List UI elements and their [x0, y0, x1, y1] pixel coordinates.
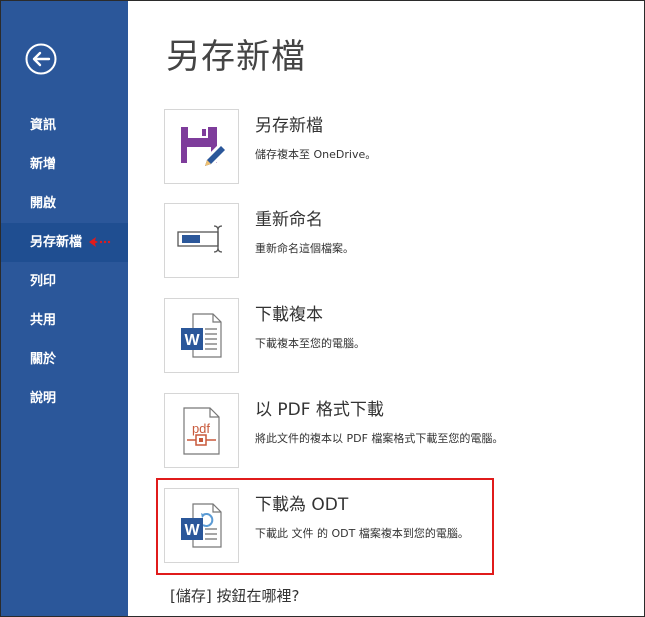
sidebar-item-label: 關於: [30, 352, 57, 367]
main-panel: 另存新檔 另存新檔 儲存複本至 OneDrive。 重新命名 重新命名這個檔案。…: [128, 1, 644, 616]
highlight-annotation-box: [156, 478, 494, 575]
option-icon-box: W: [164, 298, 239, 373]
sidebar-item-help[interactable]: 說明: [1, 379, 128, 418]
sidebar-item-info[interactable]: 資訊: [1, 106, 128, 145]
option-title: 以 PDF 格式下載: [255, 400, 384, 420]
download-copy-option[interactable]: W 下載複本 下載複本至您的電腦。: [164, 298, 594, 374]
option-icon-box: pdf: [164, 393, 239, 468]
back-button[interactable]: [25, 43, 57, 75]
word-document-icon: W: [181, 313, 222, 358]
svg-text:W: W: [184, 332, 200, 349]
rename-option[interactable]: 重新命名 重新命名這個檔案。: [164, 203, 594, 279]
rename-icon: [177, 225, 223, 253]
sidebar-item-label: 資訊: [30, 118, 57, 133]
sidebar-item-share[interactable]: 共用: [1, 301, 128, 340]
option-title: 下載複本: [255, 305, 323, 325]
option-description: 重新命名這個檔案。: [255, 242, 354, 255]
app-window: 資訊 新增 開啟 另存新檔 列印 共用 關於 說明 另存新檔 另存新檔 儲存複本…: [0, 0, 645, 617]
sidebar-item-about[interactable]: 關於: [1, 340, 128, 379]
sidebar-item-label: 開啟: [30, 196, 57, 211]
save-as-option[interactable]: 另存新檔 儲存複本至 OneDrive。: [164, 109, 594, 185]
option-title: 另存新檔: [255, 116, 323, 136]
sidebar-nav: 資訊 新增 開啟 另存新檔 列印 共用 關於 說明: [1, 106, 128, 418]
back-arrow-icon[interactable]: [25, 43, 57, 75]
sidebar-item-open[interactable]: 開啟: [1, 184, 128, 223]
option-description: 儲存複本至 OneDrive。: [255, 148, 377, 161]
page-title: 另存新檔: [166, 37, 306, 77]
pdf-document-icon: pdf: [183, 407, 220, 455]
download-pdf-option[interactable]: pdf 以 PDF 格式下載 將此文件的複本以 PDF 檔案格式下載至您的電腦。: [164, 393, 594, 469]
sidebar-item-label: 另存新檔: [30, 235, 83, 250]
option-description: 下載複本至您的電腦。: [255, 337, 365, 350]
red-pointer-arrow-icon: [89, 237, 111, 247]
sidebar-item-new[interactable]: 新增: [1, 145, 128, 184]
option-icon-box: [164, 109, 239, 184]
option-title: 重新命名: [255, 210, 323, 230]
sidebar-item-label: 新增: [30, 157, 57, 172]
sidebar-item-save-as[interactable]: 另存新檔: [1, 223, 128, 262]
sidebar: 資訊 新增 開啟 另存新檔 列印 共用 關於 說明: [1, 1, 128, 616]
sidebar-item-label: 說明: [30, 391, 57, 406]
sidebar-item-print[interactable]: 列印: [1, 262, 128, 301]
option-icon-box: [164, 203, 239, 278]
svg-text:pdf: pdf: [192, 421, 210, 436]
save-edit-icon: [181, 127, 230, 171]
sidebar-item-label: 共用: [30, 313, 57, 328]
option-description: 將此文件的複本以 PDF 檔案格式下載至您的電腦。: [255, 432, 504, 445]
where-is-save-button-link[interactable]: [儲存] 按鈕在哪裡?: [170, 585, 299, 606]
sidebar-item-label: 列印: [30, 274, 57, 289]
